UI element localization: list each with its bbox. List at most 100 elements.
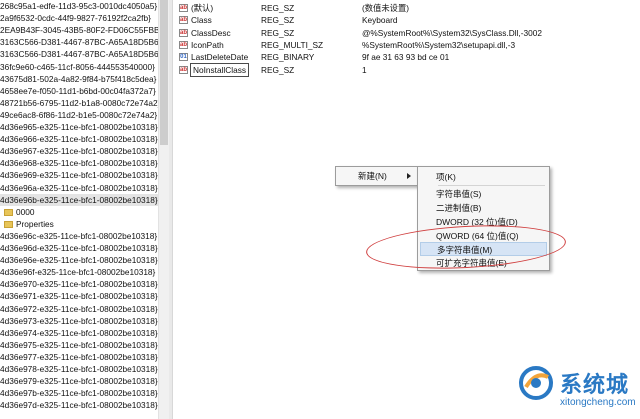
tree-key[interactable]: 4d36e97d-e325-11ce-bfc1-08002be10318} <box>0 399 158 411</box>
value-data: 1 <box>362 64 367 75</box>
tree-key[interactable]: 4d36e977-e325-11ce-bfc1-08002be10318} <box>0 351 158 363</box>
value-data: Keyboard <box>362 15 398 26</box>
tree-key-label: 4d36e974-e325-11ce-bfc1-08002be10318} <box>0 327 158 338</box>
tree-key[interactable]: 4d36e966-e325-11ce-bfc1-08002be10318} <box>0 133 158 145</box>
value-name: ClassDesc <box>191 27 231 38</box>
tree-key[interactable]: 4d36e96b-e325-11ce-bfc1-08002be10318} <box>0 193 158 206</box>
tree-key[interactable]: 2EA9B43F-3045-43B5-80F2-FD06C55FBB90} <box>0 24 158 36</box>
submenu-item-label: 二进制值(B) <box>436 203 482 213</box>
tree-key-label: 4d36e96d-e325-11ce-bfc1-08002be10318} <box>0 243 158 253</box>
tree-key-label: 4d36e973-e325-11ce-bfc1-08002be10318} <box>0 315 158 326</box>
tree-key[interactable]: 36fc9e60-c465-11cf-8056-444553540000} <box>0 61 158 73</box>
tree-key-label: 4d36e968-e325-11ce-bfc1-08002be10318} <box>0 158 158 169</box>
watermark-url: xitongcheng.com <box>560 397 636 408</box>
tree-key[interactable]: 43675d81-502a-4a82-9f84-b75f418c5dea} <box>0 73 158 85</box>
tree-key[interactable]: 268c95a1-edfe-11d3-95c3-0010dc4050a5} <box>0 0 158 12</box>
tree-key[interactable]: 4d36e971-e325-11ce-bfc1-08002be10318} <box>0 290 158 302</box>
tree-key[interactable]: 49ce6ac8-6f86-11d2-b1e5-0080c72e74a2} <box>0 109 158 121</box>
tree-key-label: 3163C566-D381-4467-87BC-A65A18D5B648} <box>0 37 158 48</box>
value-name: LastDeleteDate <box>191 52 249 63</box>
tree-key-label: 4d36e966-e325-11ce-bfc1-08002be10318} <box>0 134 158 145</box>
tree-key-label: 4d36e967-e325-11ce-bfc1-08002be10318} <box>0 146 158 157</box>
tree-key[interactable]: 4d36e974-e325-11ce-bfc1-08002be10318} <box>0 327 158 339</box>
tree-key[interactable]: 4d36e96c-e325-11ce-bfc1-08002be10318} <box>0 230 158 242</box>
tree-subkey[interactable]: Properties <box>4 218 158 230</box>
tree-key-label: 4d36e975-e325-11ce-bfc1-08002be10318} <box>0 339 158 350</box>
tree-key[interactable]: 4d36e965-e325-11ce-bfc1-08002be10318} <box>0 121 158 133</box>
registry-value-row[interactable]: ab Class REG_SZ Keyboard <box>179 14 619 26</box>
site-logo-icon <box>519 366 553 400</box>
registry-value-row[interactable]: ab NoInstallClass REG_SZ 1 <box>179 62 619 77</box>
value-type: REG_BINARY <box>261 52 315 63</box>
tree-key-label: 4d36e96f-e325-11ce-bfc1-08002be10318} <box>0 267 156 278</box>
value-data: 9f ae 31 63 93 bd ce 01 <box>362 52 450 63</box>
registry-value-row[interactable]: ab (默认) REG_SZ (数值未设置) <box>179 2 619 14</box>
tree-key-label: 43675d81-502a-4a82-9f84-b75f418c5dea} <box>0 73 157 84</box>
tree-key-label: Properties <box>16 218 54 229</box>
tree-key[interactable]: 4d36e96e-e325-11ce-bfc1-08002be10318} <box>0 254 158 266</box>
tree-key-label: 4d36e972-e325-11ce-bfc1-08002be10318} <box>0 303 158 314</box>
menu-item-new-label: 新建(N) <box>358 171 387 181</box>
tree-key-label: 2EA9B43F-3045-43B5-80F2-FD06C55FBB90} <box>0 25 158 36</box>
registry-values-list: ab (默认) REG_SZ (数值未设置) ab Class REG_SZ Keyboard… <box>173 0 640 419</box>
tree-key-label: 4d36e96a-e325-11ce-bfc1-08002be10318} <box>0 182 158 193</box>
tree-key-label: 4d36e965-e325-11ce-bfc1-08002be10318} <box>0 122 158 132</box>
registry-value-row[interactable]: ab ClassDesc REG_SZ @%SystemRoot%\System32\… <box>179 27 619 39</box>
value-name: IconPath <box>191 39 224 50</box>
tree-key[interactable]: 48721b56-6795-11d2-b1a8-0080c72e74a2} <box>0 97 158 109</box>
tree-scrollbar-thumb[interactable] <box>160 0 168 145</box>
menu-separator <box>438 185 545 186</box>
tree-key[interactable]: 4d36e969-e325-11ce-bfc1-08002be10318} <box>0 169 158 181</box>
tree-key[interactable]: 4d36e975-e325-11ce-bfc1-08002be10318} <box>0 339 158 351</box>
tree-key[interactable]: 3163C566-D381-4467-87BC-A65A18D5B649} <box>0 48 158 60</box>
tree-key[interactable]: 4d36e970-e325-11ce-bfc1-08002be10318} <box>0 278 158 290</box>
string-value-icon: ab <box>179 65 188 74</box>
tree-key[interactable]: 4d36e979-e325-11ce-bfc1-08002be10318} <box>0 375 158 387</box>
tree-key-label: 4d36e97b-e325-11ce-bfc1-08002be10318} <box>0 388 158 399</box>
tree-subkey[interactable]: 0000 <box>4 206 158 218</box>
tree-key[interactable]: 4d36e97b-e325-11ce-bfc1-08002be10318} <box>0 387 158 399</box>
tree-scrollbar[interactable] <box>158 0 169 419</box>
tree-key[interactable]: 4d36e96f-e325-11ce-bfc1-08002be10318} <box>0 266 158 278</box>
submenu-arrow-icon <box>407 173 411 179</box>
tree-key-label: 4d36e969-e325-11ce-bfc1-08002be10318} <box>0 170 158 181</box>
string-value-icon: ab <box>179 28 188 37</box>
tree-key[interactable]: 4d36e96d-e325-11ce-bfc1-08002be10318} <box>0 242 158 254</box>
value-name: (默认) <box>191 3 214 13</box>
value-name-edit-field[interactable]: NoInstallClass <box>190 62 250 77</box>
value-type: REG_MULTI_SZ <box>261 39 324 50</box>
submenu-item[interactable]: 项(K) <box>420 170 547 184</box>
registry-value-row[interactable]: 01 LastDeleteDate REG_BINARY 9f ae 31 63 93… <box>179 51 619 63</box>
value-data: %SystemRoot%\System32\setupapi.dll,-3 <box>362 39 516 50</box>
registry-key-tree: 268c95a1-edfe-11d3-95c3-0010dc4050a5} 2a9… <box>0 0 158 419</box>
submenu-item[interactable]: 字符串值(S) <box>420 187 547 201</box>
tree-key-label: 4d36e96c-e325-11ce-bfc1-08002be10318} <box>0 230 158 241</box>
tree-key-label: 4d36e979-e325-11ce-bfc1-08002be10318} <box>0 376 158 387</box>
menu-item-new[interactable]: 新建(N) <box>338 169 416 183</box>
tree-key[interactable]: 4d36e967-e325-11ce-bfc1-08002be10318} <box>0 145 158 157</box>
string-value-icon: ab <box>179 16 188 25</box>
tree-key[interactable]: 4658ee7e-f050-11d1-b6bd-00c04fa372a7} <box>0 85 158 97</box>
registry-value-row[interactable]: ab IconPath REG_MULTI_SZ %SystemRoot%\Syste… <box>179 39 619 51</box>
tree-key[interactable]: 4d36e96a-e325-11ce-bfc1-08002be10318} <box>0 182 158 194</box>
tree-key[interactable]: 4d36e972-e325-11ce-bfc1-08002be10318} <box>0 303 158 315</box>
tree-key-label: 36fc9e60-c465-11cf-8056-444553540000} <box>0 61 155 72</box>
binary-value-icon: 01 <box>179 53 188 62</box>
tree-key[interactable]: 4d36e973-e325-11ce-bfc1-08002be10318} <box>0 315 158 327</box>
tree-key-label: 4d36e96e-e325-11ce-bfc1-08002be10318} <box>0 255 158 266</box>
value-type: REG_SZ <box>261 64 295 75</box>
tree-key-label: 4d36e971-e325-11ce-bfc1-08002be10318} <box>0 291 158 302</box>
tree-key[interactable]: 3163C566-D381-4467-87BC-A65A18D5B648} <box>0 36 158 48</box>
tree-key-label: 4d36e978-e325-11ce-bfc1-08002be10318} <box>0 364 158 374</box>
tree-key[interactable]: 4d36e968-e325-11ce-bfc1-08002be10318} <box>0 157 158 169</box>
folder-icon <box>4 209 13 216</box>
tree-key[interactable]: 2a9f6532-0cdc-44f9-9827-76192f2ca2fb} <box>0 12 158 24</box>
value-data: (数值未设置) <box>362 3 410 13</box>
submenu-item-label: 字符串值(S) <box>436 189 482 199</box>
value-data: @%SystemRoot%\System32\SysClass.Dll,-300… <box>362 27 542 38</box>
submenu-item[interactable]: 二进制值(B) <box>420 201 547 215</box>
tree-key[interactable]: 4d36e978-e325-11ce-bfc1-08002be10318} <box>0 363 158 375</box>
context-menu: 新建(N) <box>335 166 419 186</box>
tree-key-label: 0000 <box>16 206 35 217</box>
tree-key-label: 268c95a1-edfe-11d3-95c3-0010dc4050a5} <box>0 1 158 11</box>
